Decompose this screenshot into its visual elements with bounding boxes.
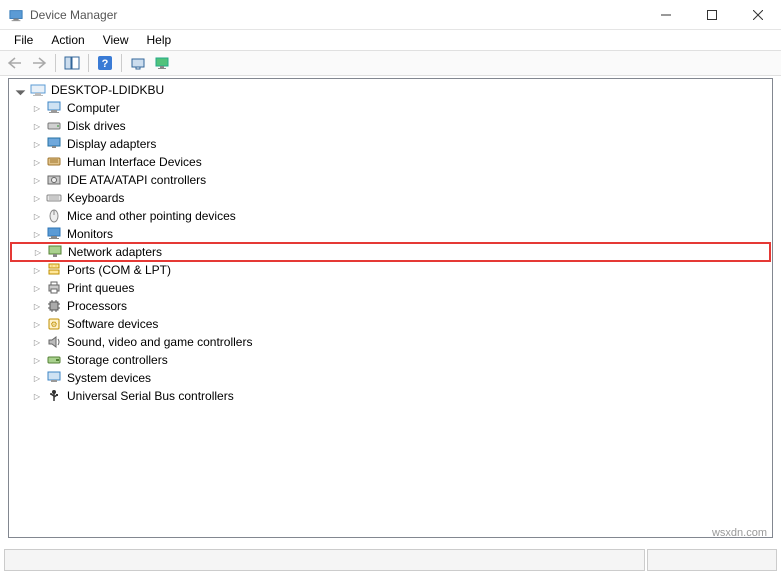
watermark: wsxdn.com — [712, 527, 767, 539]
window-title: Device Manager — [30, 8, 643, 22]
toolbar: ? — [0, 50, 781, 76]
menu-action[interactable]: Action — [43, 31, 92, 49]
tree-item-label: Display adapters — [65, 137, 158, 151]
tree-item-label: Print queues — [65, 281, 136, 295]
expand-arrow-icon[interactable]: ▷ — [29, 190, 45, 206]
system-icon — [45, 370, 63, 386]
menu-help[interactable]: Help — [139, 31, 180, 49]
tree-root[interactable]: ◢ DESKTOP-LDIDKBU — [11, 81, 770, 99]
expand-arrow-icon[interactable]: ▷ — [29, 334, 45, 350]
expand-arrow-icon[interactable]: ▷ — [29, 136, 45, 152]
printer-icon — [45, 280, 63, 296]
device-tree[interactable]: ◢ DESKTOP-LDIDKBU ▷Computer▷Disk drives▷… — [8, 78, 773, 538]
storage-icon — [45, 352, 63, 368]
expand-arrow-icon[interactable]: ▷ — [29, 388, 45, 404]
keyboard-icon — [45, 190, 63, 206]
display-icon — [45, 136, 63, 152]
help-button[interactable]: ? — [94, 52, 116, 74]
tree-item-ports[interactable]: ▷ Ports (COM & LPT) — [11, 261, 770, 279]
expand-arrow-icon[interactable]: ▷ — [29, 154, 45, 170]
toolbar-separator — [121, 54, 122, 72]
expand-arrow-icon[interactable]: ▷ — [29, 370, 45, 386]
usb-icon — [45, 388, 63, 404]
expand-arrow-icon[interactable]: ▷ — [29, 100, 45, 116]
expand-arrow-icon[interactable]: ▷ — [29, 316, 45, 332]
tree-item-network[interactable]: ▷ Network adapters — [10, 242, 771, 262]
disk-icon — [45, 118, 63, 134]
sound-icon — [45, 334, 63, 350]
minimize-button[interactable] — [643, 0, 689, 29]
expand-arrow-icon[interactable]: ▷ — [29, 208, 45, 224]
scan-hardware-button[interactable] — [127, 52, 149, 74]
monitor-button[interactable] — [151, 52, 173, 74]
menu-file[interactable]: File — [6, 31, 41, 49]
tree-item-ide[interactable]: ▷ IDE ATA/ATAPI controllers — [11, 171, 770, 189]
window-controls — [643, 0, 781, 29]
app-icon — [8, 7, 24, 23]
expand-arrow-icon[interactable]: ▷ — [29, 280, 45, 296]
expand-arrow-icon[interactable]: ▷ — [30, 244, 46, 260]
toolbar-separator — [55, 54, 56, 72]
tree-item-keyboard[interactable]: ▷ Keyboards — [11, 189, 770, 207]
tree-item-label: System devices — [65, 371, 153, 385]
tree-item-label: Mice and other pointing devices — [65, 209, 238, 223]
computer-icon — [45, 100, 63, 116]
status-main — [4, 549, 645, 571]
statusbar — [4, 549, 777, 571]
ports-icon — [45, 262, 63, 278]
tree-item-printer[interactable]: ▷ Print queues — [11, 279, 770, 297]
hid-icon — [45, 154, 63, 170]
tree-item-label: Processors — [65, 299, 129, 313]
status-grip — [647, 549, 777, 571]
tree-item-display[interactable]: ▷ Display adapters — [11, 135, 770, 153]
tree-root-label: DESKTOP-LDIDKBU — [49, 83, 166, 97]
back-button[interactable] — [4, 52, 26, 74]
tree-item-cpu[interactable]: ▷ Processors — [11, 297, 770, 315]
maximize-button[interactable] — [689, 0, 735, 29]
forward-button[interactable] — [28, 52, 50, 74]
mouse-icon — [45, 208, 63, 224]
tree-item-sound[interactable]: ▷ Sound, video and game controllers — [11, 333, 770, 351]
network-icon — [46, 244, 64, 260]
tree-item-disk[interactable]: ▷ Disk drives — [11, 117, 770, 135]
tree-item-label: Universal Serial Bus controllers — [65, 389, 236, 403]
toolbar-separator — [88, 54, 89, 72]
tree-item-label: Monitors — [65, 227, 115, 241]
tree-item-system[interactable]: ▷ System devices — [11, 369, 770, 387]
tree-item-label: Computer — [65, 101, 122, 115]
close-button[interactable] — [735, 0, 781, 29]
software-icon — [45, 316, 63, 332]
tree-item-monitor[interactable]: ▷ Monitors — [11, 225, 770, 243]
ide-icon — [45, 172, 63, 188]
titlebar: Device Manager — [0, 0, 781, 30]
tree-item-storage[interactable]: ▷ Storage controllers — [11, 351, 770, 369]
tree-item-label: Sound, video and game controllers — [65, 335, 254, 349]
tree-item-label: Software devices — [65, 317, 160, 331]
expand-arrow-icon[interactable]: ▷ — [29, 172, 45, 188]
tree-item-label: Human Interface Devices — [65, 155, 204, 169]
tree-item-usb[interactable]: ▷ Universal Serial Bus controllers — [11, 387, 770, 405]
svg-text:?: ? — [102, 58, 109, 70]
menu-view[interactable]: View — [95, 31, 137, 49]
tree-item-label: Disk drives — [65, 119, 128, 133]
expand-arrow-icon[interactable]: ▷ — [29, 298, 45, 314]
monitor-icon — [45, 226, 63, 242]
tree-item-computer[interactable]: ▷ Computer — [11, 99, 770, 117]
tree-item-label: Storage controllers — [65, 353, 170, 367]
tree-item-label: Keyboards — [65, 191, 126, 205]
tree-item-hid[interactable]: ▷ Human Interface Devices — [11, 153, 770, 171]
expand-arrow-icon[interactable]: ▷ — [29, 262, 45, 278]
tree-item-label: Ports (COM & LPT) — [65, 263, 173, 277]
show-hide-console-button[interactable] — [61, 52, 83, 74]
tree-item-label: IDE ATA/ATAPI controllers — [65, 173, 208, 187]
menubar: File Action View Help — [0, 30, 781, 50]
tree-item-software[interactable]: ▷ Software devices — [11, 315, 770, 333]
tree-item-label: Network adapters — [66, 245, 164, 259]
expand-arrow-icon[interactable]: ▷ — [29, 226, 45, 242]
tree-item-mouse[interactable]: ▷ Mice and other pointing devices — [11, 207, 770, 225]
cpu-icon — [45, 298, 63, 314]
expand-arrow-icon[interactable]: ▷ — [29, 118, 45, 134]
expand-arrow-icon[interactable]: ▷ — [29, 352, 45, 368]
